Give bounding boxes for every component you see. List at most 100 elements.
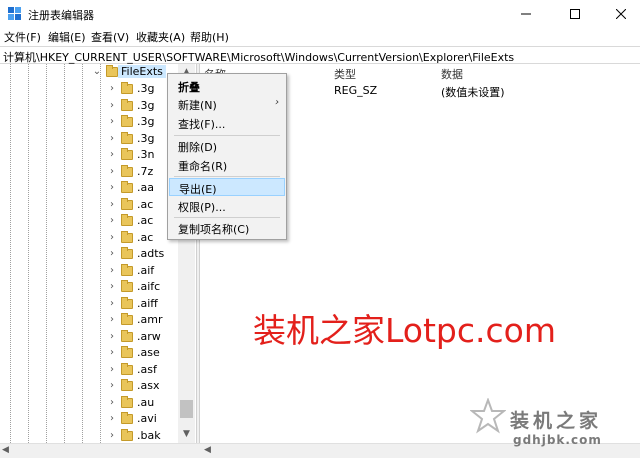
tree-item[interactable]: › .aifc xyxy=(0,279,178,296)
tree-item-label: .aifc xyxy=(137,280,161,293)
chevron-right-icon[interactable]: › xyxy=(107,397,117,409)
menu-help[interactable]: 帮助(H) xyxy=(190,29,229,45)
tree-item[interactable]: › .ac xyxy=(0,213,178,230)
minimize-icon xyxy=(521,13,531,15)
chevron-right-icon[interactable]: › xyxy=(107,83,117,95)
value-type-cell[interactable]: REG_SZ xyxy=(334,84,377,97)
chevron-right-icon[interactable]: › xyxy=(107,364,117,376)
chevron-right-icon[interactable]: › xyxy=(107,100,117,112)
tree-item[interactable]: › .aif xyxy=(0,263,178,280)
folder-icon xyxy=(121,313,133,325)
chevron-right-icon[interactable]: › xyxy=(107,380,117,392)
column-header-type[interactable]: 类型 xyxy=(334,66,356,82)
column-header-data[interactable]: 数据 xyxy=(441,66,463,82)
menu-file[interactable]: 文件(F) xyxy=(4,29,41,45)
chevron-right-icon[interactable]: › xyxy=(107,199,117,211)
tree-item[interactable]: › .amr xyxy=(0,312,178,329)
close-button[interactable] xyxy=(598,0,640,28)
menu-view[interactable]: 查看(V) xyxy=(91,29,129,45)
tree-item-label: FileExts xyxy=(118,65,166,78)
scroll-left-arrow-icon[interactable]: ◀ xyxy=(2,445,9,455)
tree-item[interactable]: › .arw xyxy=(0,329,178,346)
menu-item-label: 查找(F)... xyxy=(178,118,226,131)
address-bar[interactable]: 计算机\HKEY_CURRENT_USER\SOFTWARE\Microsoft… xyxy=(0,46,640,64)
maximize-icon xyxy=(570,9,580,19)
menu-item-collapse[interactable]: 折叠 xyxy=(169,77,285,95)
value-data-cell[interactable]: (数值未设置) xyxy=(441,84,505,100)
chevron-right-icon[interactable]: › xyxy=(107,331,117,343)
chevron-down-icon[interactable]: ⌄ xyxy=(92,66,102,78)
chevron-right-icon[interactable]: › xyxy=(107,265,117,277)
menu-item-export[interactable]: 导出(E) xyxy=(169,178,285,196)
chevron-right-icon: › xyxy=(275,97,279,108)
menu-item-label: 新建(N) xyxy=(178,99,217,112)
minimize-button[interactable] xyxy=(503,0,549,28)
chevron-right-icon[interactable]: › xyxy=(107,215,117,227)
folder-icon xyxy=(121,263,133,276)
close-icon xyxy=(616,9,626,19)
menu-item-new[interactable]: 新建(N) › xyxy=(169,95,285,113)
maximize-button[interactable] xyxy=(552,0,598,28)
scroll-left-arrow-icon[interactable]: ◀ xyxy=(204,445,211,455)
chevron-right-icon[interactable]: › xyxy=(107,182,117,194)
menu-item-delete[interactable]: 删除(D) xyxy=(169,137,285,155)
chevron-right-icon[interactable]: › xyxy=(107,430,117,442)
tree-item-label: .ase xyxy=(137,346,160,359)
tree-item[interactable]: › .3g xyxy=(0,98,178,115)
watermark-corner-site: gdhjbk.com xyxy=(513,433,602,447)
chevron-right-icon[interactable]: › xyxy=(107,149,117,161)
chevron-right-icon[interactable]: › xyxy=(107,413,117,425)
tree-item-label: .au xyxy=(137,395,155,409)
menu-item-find[interactable]: 查找(F)... xyxy=(169,114,285,132)
tree-item[interactable]: › .3g xyxy=(0,131,178,148)
tree-item-label: .3g xyxy=(137,115,155,128)
chevron-right-icon[interactable]: › xyxy=(107,347,117,359)
chevron-right-icon[interactable]: › xyxy=(107,248,117,260)
folder-icon xyxy=(121,296,133,309)
menu-item-permissions[interactable]: 权限(P)... xyxy=(169,197,285,215)
folder-icon xyxy=(121,164,133,177)
tree-item-label: .asx xyxy=(137,379,160,392)
chevron-right-icon[interactable]: › xyxy=(107,133,117,145)
tree-item[interactable]: › .asf xyxy=(0,362,178,379)
menu-favorites[interactable]: 收藏夹(A) xyxy=(136,29,185,45)
tree-item-label: .3n xyxy=(137,148,155,161)
menu-item-label: 复制项名称(C) xyxy=(178,223,250,236)
tree-item[interactable]: › .3n xyxy=(0,147,178,164)
tree-item[interactable]: › .ac xyxy=(0,197,178,214)
folder-icon xyxy=(121,362,133,375)
tree-item[interactable]: › .asx xyxy=(0,378,178,395)
tree-item[interactable]: › .ase xyxy=(0,345,178,362)
menu-item-copy-key-name[interactable]: 复制项名称(C) xyxy=(169,219,285,237)
chevron-right-icon[interactable]: › xyxy=(107,116,117,128)
chevron-right-icon[interactable]: › xyxy=(107,232,117,244)
tree-item[interactable]: › .7z xyxy=(0,164,178,181)
tree-item[interactable]: › .ac xyxy=(0,230,178,247)
chevron-right-icon[interactable]: › xyxy=(107,281,117,293)
tree-item[interactable]: › .au xyxy=(0,395,178,412)
chevron-right-icon[interactable]: › xyxy=(107,166,117,178)
window-title: 注册表编辑器 xyxy=(28,9,94,22)
tree-item[interactable]: › .aiff xyxy=(0,296,178,313)
scroll-down-arrow-icon[interactable]: ▼ xyxy=(178,426,195,443)
tree-item[interactable]: › .3g xyxy=(0,81,178,98)
folder-icon xyxy=(121,280,133,292)
tree-item[interactable]: › .3g xyxy=(0,114,178,131)
folder-icon xyxy=(121,197,133,210)
tree-item[interactable]: › .avi xyxy=(0,411,178,428)
menu-separator xyxy=(174,176,280,177)
folder-icon xyxy=(121,379,133,391)
menu-item-label: 折叠 xyxy=(178,81,200,94)
menu-item-rename[interactable]: 重命名(R) xyxy=(169,156,285,174)
menu-edit[interactable]: 编辑(E) xyxy=(48,29,86,45)
tree-item-label: .arw xyxy=(137,329,161,343)
chevron-right-icon[interactable]: › xyxy=(107,298,117,310)
scroll-thumb[interactable] xyxy=(180,400,193,418)
tree-item-label: .aif xyxy=(137,263,155,277)
tree-item[interactable]: › .adts xyxy=(0,246,178,263)
chevron-right-icon[interactable]: › xyxy=(107,314,117,326)
tree-item[interactable]: › .aa xyxy=(0,180,178,197)
tree-item-fileexts[interactable]: ⌄ FileExts xyxy=(0,64,178,81)
tree-item[interactable]: › .bak xyxy=(0,428,178,444)
menu-item-label: 删除(D) xyxy=(178,141,218,154)
